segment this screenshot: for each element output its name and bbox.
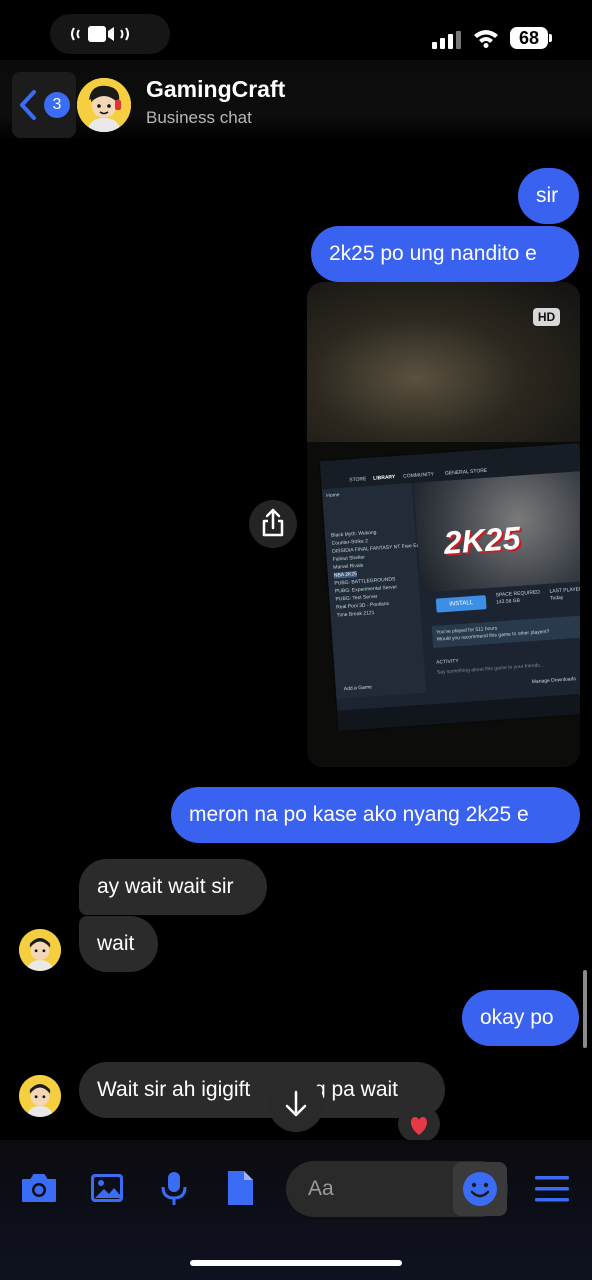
camera-button[interactable] (19, 1168, 59, 1208)
steam-sidebar-header: Home (326, 492, 340, 500)
steam-game: Fallout Shelter (332, 554, 366, 563)
chat-title[interactable]: GamingCraft (146, 76, 285, 103)
game-logo: 2K25 (442, 519, 522, 561)
incoming-message[interactable]: wait (79, 916, 158, 972)
unread-count-badge: 3 (44, 92, 70, 118)
back-button[interactable]: 3 (12, 72, 76, 138)
avatar[interactable] (19, 929, 61, 971)
voice-button[interactable] (154, 1168, 194, 1208)
cartoon-avatar-icon (19, 929, 61, 971)
steam-review-box: You've played for 511 hours Would you re… (431, 615, 580, 648)
steam-game: Black Myth: Wukong (330, 529, 377, 539)
file-icon (228, 1171, 253, 1205)
steam-last-played-value: Today (549, 594, 564, 602)
steam-game: Real Pool 3D - Poolians (335, 600, 390, 611)
cartoon-avatar-icon (77, 78, 131, 132)
emoji-button[interactable] (453, 1162, 507, 1216)
outgoing-message[interactable]: sir (518, 168, 579, 224)
gallery-button[interactable] (87, 1168, 127, 1208)
file-button[interactable] (220, 1168, 260, 1208)
outgoing-message[interactable]: 2k25 po ung nandito e (311, 226, 579, 282)
steam-add-game: Add a Game (343, 684, 373, 693)
incoming-message[interactable]: ay wait wait sir (79, 859, 267, 915)
video-attachment[interactable]: HD STORE LIBRARY COMMUNITY GENERAL STORE… (307, 282, 580, 767)
message-input-placeholder: Aa (308, 1177, 334, 1200)
incoming-message[interactable]: Wait sir ah igigift ng pa wait (79, 1062, 445, 1118)
microphone-icon (161, 1172, 187, 1205)
chat-subtitle: Business chat (146, 108, 252, 127)
steam-manage-downloads: Manage Downloads (531, 676, 577, 686)
cartoon-avatar-icon (19, 1075, 61, 1117)
outgoing-message[interactable]: meron na po kase ako nyang 2k25 e (171, 787, 580, 843)
video-call-indicator-icon (71, 26, 129, 42)
wifi-icon (474, 30, 498, 48)
steam-install-button: INSTALL (435, 595, 487, 613)
steam-library-screenshot: STORE LIBRARY COMMUNITY GENERAL STORE Ho… (317, 441, 580, 733)
windows-taskbar (337, 692, 580, 731)
cellular-signal-icon (432, 31, 461, 49)
battery-level: 68 (510, 27, 548, 49)
home-indicator (190, 1260, 402, 1266)
video-thumbnail (307, 282, 580, 442)
share-button[interactable] (249, 500, 297, 548)
menu-icon (535, 1176, 569, 1202)
arrow-down-icon (285, 1090, 307, 1117)
battery-cap (549, 34, 552, 42)
avatar[interactable] (77, 78, 131, 132)
steam-activity-label: ACTIVITY (436, 658, 459, 666)
emoji-icon (463, 1172, 497, 1206)
avatar[interactable] (19, 1075, 61, 1117)
menu-button[interactable] (532, 1172, 572, 1206)
share-icon (262, 508, 284, 537)
steam-game: Marvel Rivals (333, 562, 364, 571)
steam-last-played-label: LAST PLAYED (549, 586, 580, 595)
steam-tab: STORE (349, 476, 367, 484)
heart-icon (410, 1117, 428, 1135)
steam-space-value: 143.56 GB (495, 597, 521, 606)
steam-game-selected: NBA 2K25 (333, 571, 358, 579)
camera-icon (22, 1174, 56, 1202)
steam-game: Counter-Strike 2 (331, 538, 369, 547)
message-text: Wait sir ah igigift (97, 1078, 251, 1101)
scrollbar[interactable] (583, 970, 587, 1048)
hd-badge: HD (533, 308, 560, 326)
scroll-down-button[interactable] (268, 1076, 324, 1132)
steam-game: Time Break 2121 (336, 609, 375, 619)
reaction-badge[interactable] (398, 1106, 440, 1142)
image-icon (91, 1174, 123, 1202)
steam-sidebar: Home Black Myth: Wukong Counter-Strike 2… (321, 483, 427, 699)
outgoing-message[interactable]: okay po (462, 990, 579, 1046)
chevron-left-icon (20, 90, 36, 120)
